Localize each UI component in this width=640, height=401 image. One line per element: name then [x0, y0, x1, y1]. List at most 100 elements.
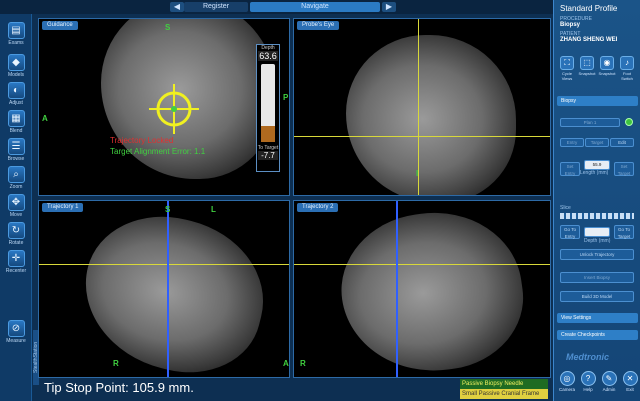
tool-blend[interactable]: ▦ Blend: [3, 110, 29, 140]
tool-browse[interactable]: ☰ Browse: [3, 138, 29, 168]
forward-arrow-icon[interactable]: ▶: [382, 2, 396, 12]
trajectory-needle-line: [167, 201, 169, 377]
depth-input[interactable]: [584, 227, 610, 237]
orientation-a: A: [42, 114, 48, 123]
exit-button[interactable]: ✕ Exit: [621, 371, 639, 392]
goto-entry-button[interactable]: Go To Entry: [560, 225, 580, 239]
tool-move[interactable]: ✥ Move: [3, 194, 29, 224]
crosshair-horizontal: [294, 136, 550, 137]
tool-label: Browse: [7, 156, 25, 162]
exit-icon: ✕: [622, 371, 638, 386]
back-arrow-icon[interactable]: ◀: [170, 2, 184, 12]
viewport-trajectory-2[interactable]: Trajectory 2 R: [293, 200, 551, 378]
depth-value: 63.6: [258, 51, 278, 61]
camera-button[interactable]: ◉ Snapshot: [598, 56, 616, 76]
tool-models[interactable]: ◆ Models: [3, 54, 29, 84]
tool-label: Recenter: [5, 268, 27, 274]
orientation-r: R: [113, 359, 119, 368]
viewport-trajectory-1[interactable]: Trajectory 1 S L R A: [38, 200, 290, 378]
edit-button[interactable]: Edit: [610, 138, 634, 147]
tool-zoom[interactable]: ⌕ Zoom: [3, 166, 29, 196]
tool-label: Blend: [9, 128, 23, 134]
set-target-button[interactable]: Set Target: [614, 162, 634, 176]
plan-selector[interactable]: Plan 1: [560, 118, 620, 127]
viewport-label[interactable]: Trajectory 2: [297, 203, 339, 212]
tool-measure[interactable]: ⊘ Measure: [3, 320, 29, 350]
tool-exams[interactable]: ▤ Exams: [3, 22, 29, 52]
tool-label: Rotate: [8, 240, 24, 246]
length-value[interactable]: 55.9: [584, 160, 610, 170]
admin-button[interactable]: ✎ Admin: [600, 371, 618, 392]
mri-trajectory-slice: [331, 201, 533, 377]
depth-bar-fill: [261, 126, 275, 142]
tab-navigate[interactable]: Navigate: [250, 2, 380, 12]
build-3d-model-button[interactable]: Build 3D Model: [560, 291, 634, 302]
target-alignment-error: Target Alignment Error: 1.1: [110, 147, 206, 156]
depth-bar: [261, 64, 275, 142]
left-toolbar: ▤ Exams ◆ Models ◐ Adjust ▦ Blend ☰ Browse ⌕ Zoom ✥ M…: [0, 14, 32, 401]
snapshot-icon: ⬚: [580, 56, 594, 70]
snapshot-button[interactable]: ⬚ Snapshot: [578, 56, 596, 76]
tool-adjust[interactable]: ◐ Adjust: [3, 82, 29, 112]
tool-reset[interactable]: ✛ Recenter: [3, 250, 29, 280]
orientation-s: S: [165, 205, 171, 214]
entry-button[interactable]: Entry: [560, 138, 584, 147]
orientation-p: P: [283, 93, 289, 102]
tool-label: Measure: [6, 338, 26, 344]
zoom-icon: ⌕: [7, 166, 25, 183]
camera-button[interactable]: ◎ Camera: [558, 371, 576, 392]
orientation-s: S: [165, 23, 171, 32]
orientation-i: I: [416, 169, 419, 178]
set-entry-button[interactable]: Set Entry: [560, 162, 580, 176]
right-panel: Standard Profile PROCEDURE Biopsy PATIEN…: [553, 0, 640, 401]
viewport-label[interactable]: Guidance: [42, 21, 78, 30]
blend-icon: ▦: [7, 110, 25, 127]
viewport-guidance[interactable]: Guidance S A P: [38, 18, 290, 196]
icon-label: Snapshot: [598, 71, 616, 76]
slider-label: Slice: [560, 205, 571, 211]
procedure-value: Biopsy: [560, 22, 581, 28]
app-window: ◀ Register Navigate ▶ ▤ Exams ◆ Models ◐ Adju…: [0, 0, 640, 401]
to-target-value: -7.7: [258, 151, 278, 160]
viewport-label[interactable]: Trajectory 1: [42, 203, 84, 212]
voice-button[interactable]: ♪ Foot Switch: [618, 56, 636, 81]
mri-trajectory-slice: [68, 201, 280, 377]
bottom-actions: ◎ Camera? Help ✎ Admin ✕ Exit: [554, 369, 640, 401]
goto-target-button[interactable]: Go To Target: [614, 225, 634, 239]
icon-label: Cycle Views: [561, 71, 573, 81]
help-icon: ?: [580, 371, 596, 386]
camera-icon: ◉: [600, 56, 614, 70]
cycle-views-button[interactable]: ⛶ Cycle Views: [558, 56, 576, 81]
help-button[interactable]: ? Help: [579, 371, 597, 392]
viewport-label[interactable]: Probe's Eye: [297, 21, 340, 30]
tab-register[interactable]: Register: [184, 2, 248, 12]
tool-label: Move: [9, 212, 23, 218]
tool-label: Exams: [8, 40, 24, 46]
reset-icon: ✛: [7, 250, 25, 267]
slice-slider[interactable]: [560, 213, 634, 219]
create-checkpoints-header[interactable]: Create Checkpoints: [557, 330, 638, 340]
target-reticle-icon: [149, 84, 199, 134]
viewport-probes-eye[interactable]: Probe's Eye I: [293, 18, 551, 196]
crosshair-horizontal: [294, 264, 550, 265]
browse-icon: ☰: [7, 138, 25, 155]
cycle-views-icon: ⛶: [560, 56, 574, 70]
tip-stop-point: Tip Stop Point: 105.9 mm.: [44, 380, 194, 395]
trajectory-needle-line: [396, 201, 398, 377]
biopsy-section-header[interactable]: Biopsy: [557, 96, 638, 106]
insert-biopsy-button[interactable]: Insert Biopsy: [560, 272, 634, 283]
button-label: Admin: [602, 387, 616, 392]
button-label: Exit: [626, 387, 634, 392]
view-settings-header[interactable]: View Settings: [557, 313, 638, 323]
measure-icon: ⊘: [7, 320, 25, 337]
unlock-trajectory-button[interactable]: Unlock Trajectory: [560, 249, 634, 260]
orientation-a: A: [283, 359, 289, 368]
patient-value: ZHANG SHENG WEI: [560, 37, 618, 43]
profile-title: Standard Profile: [560, 4, 618, 13]
length-label: Length (mm): [580, 170, 609, 176]
legend-biopsy-needle: Passive Biopsy Needle: [460, 379, 548, 389]
tool-rotate[interactable]: ↻ Rotate: [3, 222, 29, 252]
camera-icon: ◎: [559, 371, 575, 386]
target-button[interactable]: Target: [585, 138, 609, 147]
exams-icon: ▤: [7, 22, 25, 39]
